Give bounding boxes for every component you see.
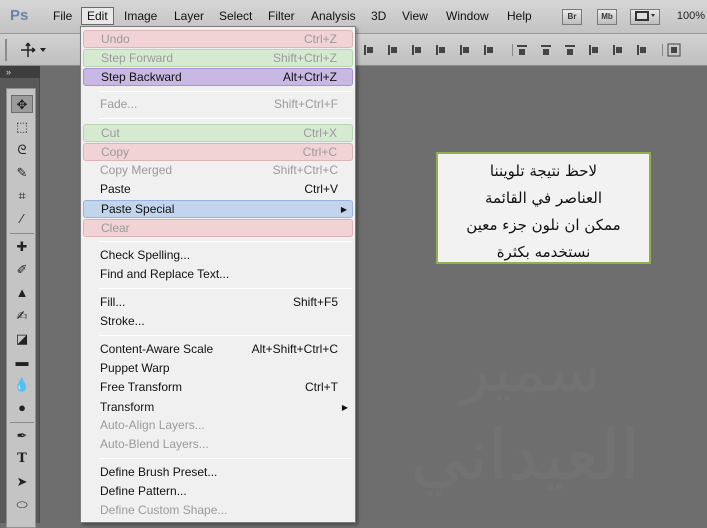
menu-divider <box>99 118 352 119</box>
submenu-arrow-icon: ▶ <box>340 205 347 214</box>
watermark-line: سمير <box>459 333 601 406</box>
tools-panel: » ✥ ⬚ ᘓ ✎ ⌗ ⁄ ✚ ✐ ▲ ✍ ◪ ▬ 💧 ● ✒ T ➤ ⬭ <box>0 66 40 528</box>
menu-select[interactable]: Select <box>219 9 252 23</box>
menu-item-copy[interactable]: Copy Ctrl+C <box>83 143 353 161</box>
menu-item-find-replace[interactable]: Find and Replace Text... <box>83 266 353 284</box>
menu-item-step-forward[interactable]: Step Forward Shift+Ctrl+Z <box>83 49 353 67</box>
move-tool-preset-icon[interactable] <box>20 42 52 58</box>
menu-item-content-aware-scale[interactable]: Content-Aware Scale Alt+Shift+Ctrl+C <box>83 341 353 359</box>
menu-item-define-brush-preset[interactable]: Define Brush Preset... <box>83 464 353 482</box>
grip-icon <box>5 39 7 61</box>
filmstrip-icon <box>635 11 655 21</box>
photoshop-logo: Ps <box>10 7 29 24</box>
menu-item-cut[interactable]: Cut Ctrl+X <box>83 124 353 142</box>
note-line: نستخدمه بكثرة <box>496 243 591 261</box>
note-line: ممكن ان نلون جزء معين <box>466 216 621 234</box>
menu-item-fade[interactable]: Fade... Shift+Ctrl+F <box>83 96 353 114</box>
eraser-tool-icon[interactable]: ◪ <box>11 330 33 348</box>
menu-divider <box>99 241 352 242</box>
tools-panel-grip[interactable]: » <box>0 66 40 78</box>
tools-separator <box>10 233 34 234</box>
menu-item-free-transform[interactable]: Free Transform Ctrl+T <box>83 379 353 397</box>
blur-tool-icon[interactable]: 💧 <box>11 376 33 394</box>
note-line: العناصر في القائمة <box>484 189 603 207</box>
minibridge-button[interactable]: Mb <box>597 9 617 25</box>
menu-item-stroke[interactable]: Stroke... <box>83 313 353 331</box>
menu-layer[interactable]: Layer <box>174 9 204 23</box>
menu-item-define-pattern[interactable]: Define Pattern... <box>83 483 353 501</box>
menu-divider <box>99 335 352 336</box>
submenu-arrow-icon: ▶ <box>341 403 348 412</box>
bridge-button[interactable]: Br <box>562 9 582 25</box>
menu-image[interactable]: Image <box>124 9 157 23</box>
gradient-tool-icon[interactable]: ▬ <box>11 353 33 371</box>
menu-divider <box>99 91 352 92</box>
path-select-tool-icon[interactable]: ➤ <box>11 473 33 491</box>
quick-select-tool-icon[interactable]: ✎ <box>11 164 33 182</box>
move-tool-icon[interactable]: ✥ <box>11 95 33 113</box>
menu-item-puppet-warp[interactable]: Puppet Warp <box>83 360 353 378</box>
lasso-tool-icon[interactable]: ᘓ <box>11 141 33 159</box>
clone-stamp-tool-icon[interactable]: ▲ <box>11 284 33 302</box>
menu-divider <box>99 458 352 459</box>
menu-view[interactable]: View <box>402 9 428 23</box>
type-tool-icon[interactable]: T <box>11 450 33 468</box>
menu-item-paste[interactable]: Paste Ctrl+V <box>83 181 353 199</box>
menu-3d[interactable]: 3D <box>371 9 386 23</box>
watermark-line: العيداني <box>410 414 640 496</box>
annotation-note: لاحظ نتيجة تلويننا العناصر في القائمة مم… <box>436 152 651 264</box>
menu-item-fill[interactable]: Fill... Shift+F5 <box>83 294 353 312</box>
menu-item-check-spelling[interactable]: Check Spelling... <box>83 247 353 265</box>
menu-item-paste-special[interactable]: Paste Special ▶ <box>83 200 353 218</box>
menu-help[interactable]: Help <box>507 9 532 23</box>
history-brush-tool-icon[interactable]: ✍ <box>11 307 33 325</box>
menu-item-clear[interactable]: Clear <box>83 219 353 237</box>
menu-item-auto-blend-layers[interactable]: Auto-Blend Layers... <box>83 436 353 454</box>
eyedropper-tool-icon[interactable]: ⁄ <box>11 210 33 228</box>
calligraphy-watermark: سمير العيداني <box>410 330 640 523</box>
zoom-level[interactable]: 100% <box>677 10 705 22</box>
menu-item-undo[interactable]: Undo Ctrl+Z <box>83 30 353 48</box>
menu-item-step-backward[interactable]: Step Backward Alt+Ctrl+Z <box>83 68 353 86</box>
menu-item-define-custom-shape[interactable]: Define Custom Shape... <box>83 502 353 520</box>
brush-tool-icon[interactable]: ✐ <box>11 261 33 279</box>
menu-item-auto-align-layers[interactable]: Auto-Align Layers... <box>83 417 353 435</box>
dodge-tool-icon[interactable]: ● <box>11 399 33 417</box>
crop-tool-icon[interactable]: ⌗ <box>11 187 33 205</box>
healing-brush-tool-icon[interactable]: ✚ <box>11 238 33 256</box>
menu-window[interactable]: Window <box>446 9 489 23</box>
tools-separator <box>10 422 34 423</box>
menu-file[interactable]: File <box>53 9 72 23</box>
menu-edit[interactable]: Edit <box>81 7 114 25</box>
menu-divider <box>99 288 352 289</box>
screen-mode-button[interactable] <box>630 9 660 25</box>
menu-item-copy-merged[interactable]: Copy Merged Shift+Ctrl+C <box>83 162 353 180</box>
pen-tool-icon[interactable]: ✒ <box>11 427 33 445</box>
marquee-tool-icon[interactable]: ⬚ <box>11 118 33 136</box>
edit-menu-dropdown: Undo Ctrl+Z Step Forward Shift+Ctrl+Z Step… <box>80 26 356 523</box>
menu-analysis[interactable]: Analysis <box>311 9 356 23</box>
menu-item-transform[interactable]: Transform ▶ <box>83 399 353 417</box>
align-distribute-icons[interactable] <box>362 42 702 58</box>
tools-panel-body: ✥ ⬚ ᘓ ✎ ⌗ ⁄ ✚ ✐ ▲ ✍ ◪ ▬ 💧 ● ✒ T ➤ ⬭ <box>6 88 36 528</box>
ellipse-tool-icon[interactable]: ⬭ <box>11 496 33 514</box>
menu-filter[interactable]: Filter <box>268 9 295 23</box>
note-line: لاحظ نتيجة تلويننا <box>489 162 598 180</box>
